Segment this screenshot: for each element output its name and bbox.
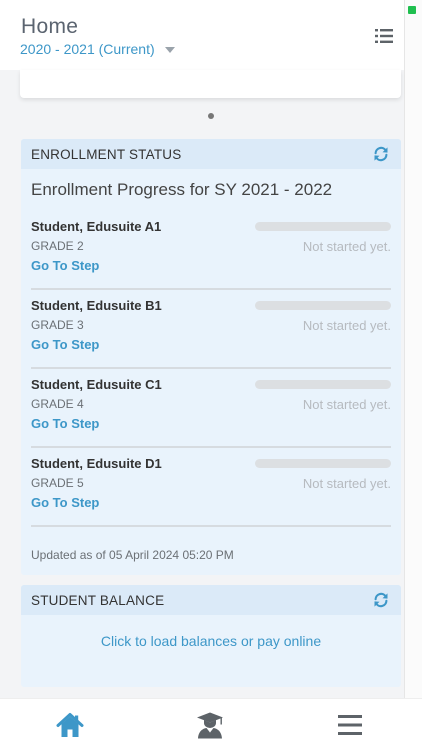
progress-status: Not started yet.	[302, 239, 391, 254]
bottom-nav	[0, 698, 422, 750]
refresh-icon	[374, 592, 388, 608]
student-balance-header: STUDENT BALANCE	[21, 585, 401, 615]
go-to-step-link[interactable]: Go To Step	[31, 337, 99, 352]
student-row: Student, Edusuite A1 GRADE 2 Go To Step …	[31, 211, 391, 290]
graduate-icon	[197, 712, 223, 739]
student-balance-title: STUDENT BALANCE	[31, 592, 165, 608]
progress-status: Not started yet.	[302, 397, 391, 412]
student-row: Student, Edusuite C1 GRADE 4 Go To Step …	[31, 369, 391, 448]
go-to-step-link[interactable]: Go To Step	[31, 258, 99, 273]
student-grade: GRADE 4	[31, 397, 84, 411]
progress-status: Not started yet.	[302, 476, 391, 491]
home-icon	[56, 713, 84, 737]
progress-bar	[255, 380, 391, 389]
student-name: Student, Edusuite C1	[31, 377, 162, 392]
go-to-step-link[interactable]: Go To Step	[31, 495, 99, 510]
nav-student[interactable]	[196, 711, 224, 739]
list-view-button[interactable]	[375, 28, 393, 44]
progress-bar	[255, 301, 391, 310]
go-to-step-link[interactable]: Go To Step	[31, 416, 99, 431]
refresh-enrollment-button[interactable]	[373, 146, 389, 162]
enrollment-status-title: ENROLLMENT STATUS	[31, 146, 182, 162]
side-scroll-strip	[404, 0, 422, 700]
flag-icon	[408, 6, 416, 14]
progress-status: Not started yet.	[302, 318, 391, 333]
enrollment-progress-title: Enrollment Progress for SY 2021 - 2022	[31, 180, 333, 199]
nav-more[interactable]	[336, 711, 364, 739]
student-grade: GRADE 2	[31, 239, 84, 253]
student-grade: GRADE 5	[31, 476, 84, 490]
student-row: Student, Edusuite D1 GRADE 5 Go To Step …	[31, 448, 391, 527]
student-name: Student, Edusuite B1	[31, 298, 162, 313]
nav-home[interactable]	[56, 711, 84, 739]
carousel-dot[interactable]	[208, 113, 214, 119]
home-screen: Home 2020 - 2021 (Current) ENROLLMENT ST…	[0, 0, 422, 750]
list-icon	[375, 29, 393, 43]
progress-bar	[255, 459, 391, 468]
hamburger-icon	[338, 715, 362, 735]
student-grade: GRADE 3	[31, 318, 84, 332]
school-year-selector[interactable]: 2020 - 2021 (Current)	[20, 41, 175, 57]
carousel-card	[20, 70, 401, 98]
header: Home 2020 - 2021 (Current)	[0, 0, 404, 70]
load-balances-link[interactable]: Click to load balances or pay online	[21, 633, 401, 649]
progress-bar	[255, 222, 391, 231]
enrollment-status-header: ENROLLMENT STATUS	[21, 139, 401, 169]
refresh-icon	[374, 146, 388, 162]
refresh-balance-button[interactable]	[373, 592, 389, 608]
student-name: Student, Edusuite D1	[31, 456, 162, 471]
page-title: Home	[21, 15, 79, 38]
enrollment-status-panel: ENROLLMENT STATUS Enrollment Progress fo…	[21, 139, 401, 575]
student-row: Student, Edusuite B1 GRADE 3 Go To Step …	[31, 290, 391, 369]
caret-down-icon	[164, 47, 175, 53]
school-year-label: 2020 - 2021 (Current)	[20, 41, 155, 57]
student-name: Student, Edusuite A1	[31, 219, 162, 234]
updated-timestamp: Updated as of 05 April 2024 05:20 PM	[31, 548, 234, 562]
student-balance-panel: STUDENT BALANCE Click to load balances o…	[21, 585, 401, 687]
